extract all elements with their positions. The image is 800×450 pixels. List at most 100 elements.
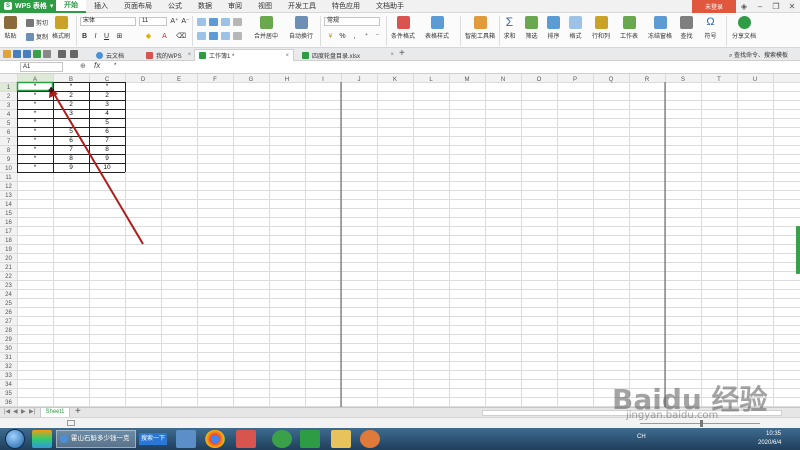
- cell-b4[interactable]: 3: [53, 109, 89, 118]
- cell-c6[interactable]: 6: [89, 127, 125, 136]
- sort-button[interactable]: 排序: [547, 16, 560, 40]
- column-header-e[interactable]: E: [177, 77, 181, 83]
- sum-button[interactable]: Σ 求和: [503, 16, 516, 40]
- print-preview-icon[interactable]: [33, 50, 41, 58]
- tab-doc-assistant[interactable]: 文档助手: [368, 0, 412, 13]
- chrome-icon[interactable]: [205, 430, 225, 448]
- column-header-p[interactable]: P: [573, 77, 577, 83]
- row-header-12[interactable]: 12: [5, 184, 12, 190]
- column-header-t[interactable]: T: [717, 77, 721, 83]
- row-header-26[interactable]: 26: [5, 310, 12, 316]
- column-header-r[interactable]: R: [645, 77, 650, 83]
- doc-tab-mywps[interactable]: 我的WPS ×: [142, 49, 195, 61]
- number-format-select[interactable]: 常规: [324, 17, 380, 26]
- row-header-36[interactable]: 36: [5, 400, 12, 406]
- last-sheet-icon[interactable]: ▶|: [29, 408, 35, 415]
- tab-page-layout[interactable]: 页面布局: [116, 0, 160, 13]
- worksheet-button[interactable]: 工作表: [620, 16, 638, 40]
- row-header-24[interactable]: 24: [5, 292, 12, 298]
- cell-c10[interactable]: 10: [89, 163, 125, 172]
- doc-tab-catalog[interactable]: 四度轮盘目录.xlsx ×: [298, 49, 398, 61]
- login-button[interactable]: 未登录: [692, 0, 736, 13]
- taskbar-search-button[interactable]: 搜索一下: [139, 433, 167, 445]
- vertical-scroll-handle[interactable]: [796, 226, 800, 274]
- close-icon[interactable]: ✕: [784, 0, 800, 13]
- file-explorer-icon[interactable]: [331, 430, 351, 448]
- tab-insert[interactable]: 插入: [86, 0, 116, 13]
- cell-b7[interactable]: 6: [53, 136, 89, 145]
- row-header-16[interactable]: 16: [5, 220, 12, 226]
- symbol-button[interactable]: Ω 符号: [704, 16, 717, 40]
- tab-data[interactable]: 数据: [190, 0, 220, 13]
- column-header-d[interactable]: D: [141, 77, 146, 83]
- row-header-11[interactable]: 11: [5, 175, 12, 181]
- app-menu-button[interactable]: S WPS 表格 ▾: [0, 0, 56, 13]
- fill-color-icon[interactable]: ◆: [144, 32, 153, 41]
- row-header-13[interactable]: 13: [5, 193, 12, 199]
- cell-a8[interactable]: *: [17, 145, 53, 154]
- row-header-20[interactable]: 20: [5, 256, 12, 262]
- cell-c3[interactable]: 3: [89, 100, 125, 109]
- close-icon[interactable]: ×: [390, 52, 394, 58]
- cell-c7[interactable]: 7: [89, 136, 125, 145]
- tab-home[interactable]: 开始: [56, 0, 86, 13]
- align-center-icon[interactable]: [209, 32, 218, 40]
- column-header-q[interactable]: Q: [609, 77, 614, 83]
- cell-c5[interactable]: 5: [89, 118, 125, 127]
- minimize-icon[interactable]: –: [752, 0, 768, 13]
- cell-c8[interactable]: 8: [89, 145, 125, 154]
- zoom-slider-handle[interactable]: [700, 420, 703, 427]
- doc-tab-cloud[interactable]: 云文档: [92, 49, 128, 61]
- row-header-14[interactable]: 14: [5, 202, 12, 208]
- justify-icon[interactable]: [233, 32, 242, 40]
- cell-b2[interactable]: 2: [53, 91, 89, 100]
- skin-icon[interactable]: ◈: [736, 0, 752, 13]
- row-header-18[interactable]: 18: [5, 238, 12, 244]
- close-icon[interactable]: ×: [285, 53, 289, 59]
- column-header-f[interactable]: F: [213, 77, 217, 83]
- start-button[interactable]: [5, 429, 25, 449]
- row-header-19[interactable]: 19: [5, 247, 12, 253]
- cut-button[interactable]: 剪切: [26, 18, 48, 27]
- cell-b9[interactable]: 8: [53, 154, 89, 163]
- wps-spreadsheet-icon[interactable]: [300, 430, 320, 448]
- row-header-21[interactable]: 21: [5, 265, 12, 271]
- align-bottom-icon[interactable]: [221, 18, 230, 26]
- check-icon[interactable]: [43, 50, 51, 58]
- decimal-decrease-icon[interactable]: ⁻: [373, 32, 382, 41]
- underline-icon[interactable]: U: [102, 32, 111, 41]
- formula-input[interactable]: *: [114, 63, 116, 69]
- print-icon[interactable]: [23, 50, 31, 58]
- column-header-s[interactable]: S: [681, 77, 685, 83]
- column-header-j[interactable]: J: [358, 77, 361, 83]
- doc-tab-workbook1[interactable]: 工作簿1 * ×: [194, 49, 294, 61]
- green-app-icon[interactable]: [272, 430, 292, 448]
- font-name-select[interactable]: 宋体: [80, 17, 136, 26]
- format-button[interactable]: 格式: [569, 16, 582, 40]
- thousands-icon[interactable]: ,: [350, 32, 359, 41]
- tab-view[interactable]: 视图: [250, 0, 280, 13]
- copy-button[interactable]: 复制: [26, 32, 48, 41]
- clear-format-icon[interactable]: ⌫: [176, 32, 186, 41]
- share-doc-button[interactable]: 分享文档: [732, 16, 756, 40]
- increase-font-icon[interactable]: A⁺: [170, 17, 179, 26]
- close-icon[interactable]: ×: [188, 52, 192, 58]
- row-header-22[interactable]: 22: [5, 274, 12, 280]
- align-left-icon[interactable]: [197, 32, 206, 40]
- row-header-15[interactable]: 15: [5, 211, 12, 217]
- input-language[interactable]: CH: [637, 434, 646, 440]
- insert-function-icon[interactable]: fx: [94, 61, 100, 70]
- row-header-32[interactable]: 32: [5, 364, 12, 370]
- row-header-35[interactable]: 35: [5, 391, 12, 397]
- command-search[interactable]: ⌕ 查找命令、搜索模板: [729, 50, 788, 60]
- new-tab-button[interactable]: +: [399, 48, 405, 59]
- taskbar-browser-task[interactable]: 霍山石斛多少钱一克: [56, 430, 136, 448]
- media-app-icon[interactable]: [360, 430, 380, 448]
- tab-review[interactable]: 审阅: [220, 0, 250, 13]
- cell-b3[interactable]: 2: [53, 100, 89, 109]
- cell-a7[interactable]: *: [17, 136, 53, 145]
- column-header-k[interactable]: K: [393, 77, 397, 83]
- indent-icon[interactable]: [233, 18, 242, 26]
- prev-sheet-icon[interactable]: ◀: [13, 408, 18, 415]
- smart-toolbox-button[interactable]: 智能工具箱: [465, 16, 495, 40]
